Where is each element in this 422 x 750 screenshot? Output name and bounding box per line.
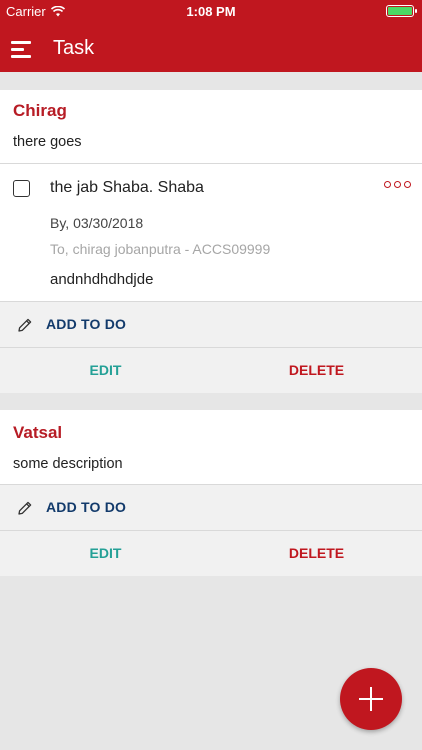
add-todo-label: ADD TO DO [46,499,127,515]
add-todo-button[interactable]: ADD TO DO [0,302,422,347]
hamburger-menu-icon[interactable] [11,40,33,60]
edit-button[interactable]: EDIT [0,531,211,576]
todo-checkbox[interactable] [13,180,30,197]
todo-note: andnhdhdhdjde [50,271,154,288]
pencil-icon [18,501,32,515]
pencil-icon [18,318,32,332]
edit-button[interactable]: EDIT [0,348,211,393]
task-user-name: Vatsal [13,423,63,442]
add-todo-label: ADD TO DO [46,316,127,332]
task-card: Vatsal some description ADD TO DO EDIT D… [0,410,422,576]
status-bar: Carrier 1:08 PM [0,0,422,22]
page-title: Task [53,37,95,59]
todo-title: the jab Shaba. Shaba [50,179,204,196]
add-task-fab[interactable] [340,668,402,730]
battery-icon [386,5,417,17]
delete-button[interactable]: DELETE [211,348,422,393]
task-card: Chirag there goes the jab Shaba. Shaba B… [0,90,422,393]
task-description: there goes [13,134,82,150]
todo-assignee: To, chirag jobanputra - ACCS09999 [50,241,271,257]
todo-date: By, 03/30/2018 [50,215,144,231]
app-bar: Carrier 1:08 PM Task [0,0,422,72]
task-description: some description [13,456,123,472]
card-actions: EDIT DELETE [0,348,422,393]
divider [0,163,422,164]
task-user-name: Chirag [13,101,67,120]
add-todo-button[interactable]: ADD TO DO [0,485,422,530]
more-options-icon[interactable] [384,181,411,188]
delete-button[interactable]: DELETE [211,531,422,576]
card-actions: EDIT DELETE [0,531,422,576]
clock: 1:08 PM [186,4,236,19]
